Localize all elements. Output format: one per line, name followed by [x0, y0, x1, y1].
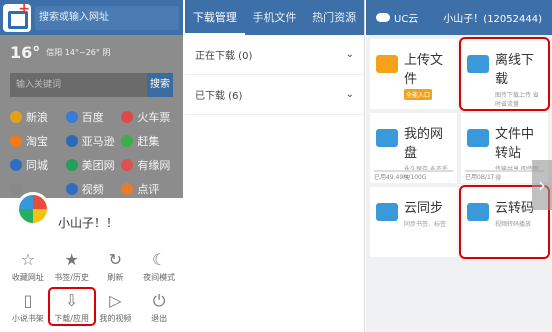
search-bar: 输入关键词 搜索: [10, 73, 173, 97]
cloud-icon: [376, 13, 390, 22]
site-icon: [10, 111, 22, 123]
menu-username: 小山子！！: [58, 216, 119, 230]
tile-badge: 全能入口: [404, 89, 433, 100]
site-icon: [121, 111, 134, 123]
downloaded-label: 已下载 (6): [195, 91, 243, 102]
site-icon: [65, 135, 78, 147]
browser-menu: 小山子！！ ☆ 收藏网址 ★ 书签/历史 ↻ 刷新 ☾ 夜间模式 ▯ 小说书架 ⇩ 下载/应…: [0, 192, 183, 332]
avatar[interactable]: [16, 192, 50, 226]
transfer-icon: [467, 129, 489, 147]
chevron-down-icon: ⌄: [345, 49, 354, 60]
tab-phone-files[interactable]: 手机文件: [245, 0, 305, 35]
menu-item-videos[interactable]: ▷ 我的视频: [94, 289, 138, 324]
weather-temp: 16°: [10, 42, 41, 62]
browser-panel: 搜索或输入网址 16° 信阳 14°~26° 阴 输入关键词 搜索 新浪 百度 …: [0, 0, 183, 332]
moon-icon: ☾: [151, 250, 167, 269]
download-icon: ⇩: [64, 291, 79, 310]
site-icon: [121, 183, 134, 195]
site-icon: [65, 159, 78, 171]
site-link[interactable]: 百度: [65, 109, 122, 125]
site-link[interactable]: 赶集: [121, 133, 177, 149]
menu-item-favorites[interactable]: ☆ 收藏网址: [6, 248, 50, 283]
site-icon: [10, 183, 22, 195]
site-link[interactable]: 火车票: [121, 109, 177, 125]
site-link[interactable]: 美团网: [65, 157, 122, 173]
sync-icon: [376, 203, 398, 221]
film-icon: [467, 203, 489, 221]
weather-widget[interactable]: 16° 信阳 14°~26° 阴: [0, 35, 183, 69]
uc-cloud-panel: UC云 小山子！(12052444) 上传文件 全能入口 离线下载 图传下载上传…: [366, 0, 552, 332]
tab-hot-resources[interactable]: 热门资源: [304, 0, 364, 35]
site-link[interactable]: 视频: [65, 181, 122, 197]
url-bar[interactable]: 搜索或输入网址: [35, 5, 179, 30]
bookmark-icon: ★: [64, 250, 79, 269]
offline-download-tile[interactable]: 离线下载 图传下载上传 省时省流量: [459, 37, 550, 111]
site-link[interactable]: 点评: [121, 181, 177, 197]
chevron-down-icon: ⌄: [345, 89, 354, 100]
site-icon: [65, 111, 78, 123]
browser-top-bar: 搜索或输入网址: [0, 0, 183, 35]
menu-item-downloads[interactable]: ⇩ 下载/应用: [47, 287, 96, 326]
cloud-sync-tile[interactable]: 云同步 同步书签、标签: [370, 187, 457, 257]
site-icon: [65, 183, 78, 195]
menu-item-exit[interactable]: ⏻ 退出: [137, 289, 181, 324]
tab-download-manager[interactable]: 下载管理: [185, 0, 245, 35]
my-drive-tile[interactable]: 我的网盘 永久保存 永不丢失 已用49.49M/100G: [370, 113, 457, 183]
power-icon: ⏻: [152, 291, 166, 310]
site-icon: [121, 135, 134, 147]
menu-grid: ☆ 收藏网址 ★ 书签/历史 ↻ 刷新 ☾ 夜间模式 ▯ 小说书架 ⇩ 下载/应用 ▷ 我的视…: [6, 248, 181, 326]
cloud-header: UC云 小山子！(12052444): [366, 0, 552, 35]
upload-icon: [376, 55, 398, 73]
site-icon: [10, 159, 22, 171]
site-icon: [10, 135, 22, 147]
download-manager-panel: ⛶ 下载管理 手机文件 热门资源 正在下载 (0) ⌄ 已下载 (6) ⌄: [185, 0, 365, 332]
add-tab-icon[interactable]: [3, 1, 31, 32]
menu-item-novels[interactable]: ▯ 小说书架: [6, 289, 50, 324]
upload-tile[interactable]: 上传文件 全能入口: [370, 39, 457, 109]
drive-icon: [376, 129, 398, 147]
search-button[interactable]: 搜索: [147, 73, 173, 97]
cloud-download-icon: [467, 55, 489, 73]
site-link[interactable]: 有缘网: [121, 157, 177, 173]
search-input[interactable]: 输入关键词: [10, 73, 147, 97]
downloaded-row[interactable]: 已下载 (6) ⌄: [185, 75, 364, 115]
cloud-tiles: 上传文件 全能入口 离线下载 图传下载上传 省时省流量 我的网盘 永久保存 永不…: [366, 35, 552, 261]
video-icon: ▷: [109, 291, 122, 310]
site-link[interactable]: 新浪: [10, 109, 66, 125]
weather-detail: 信阳 14°~26° 阴: [46, 47, 111, 57]
site-grid: 新浪 百度 火车票 淘宝 亚马逊 赶集 同城 美团网 有缘网 视频 点评: [10, 109, 177, 197]
site-link[interactable]: 亚马逊: [65, 133, 122, 149]
cloud-brand: UC云: [376, 10, 418, 25]
downloading-label: 正在下载 (0): [195, 51, 253, 62]
chevron-right-icon[interactable]: ›: [532, 160, 552, 210]
menu-item-night-mode[interactable]: ☾ 夜间模式: [137, 248, 181, 283]
menu-item-bookmarks[interactable]: ★ 书签/历史: [50, 248, 94, 283]
site-link[interactable]: 同城: [10, 157, 66, 173]
site-icon: [121, 159, 134, 171]
site-link[interactable]: 淘宝: [10, 133, 66, 149]
book-icon: ▯: [23, 291, 33, 310]
refresh-icon: ↻: [108, 250, 123, 269]
downloading-row[interactable]: 正在下载 (0) ⌄: [185, 35, 364, 75]
star-icon: ☆: [20, 250, 36, 269]
cloud-user: 小山子！(12052444): [443, 14, 542, 25]
download-tabs: ⛶ 下载管理 手机文件 热门资源: [185, 0, 364, 35]
menu-item-refresh[interactable]: ↻ 刷新: [94, 248, 138, 283]
